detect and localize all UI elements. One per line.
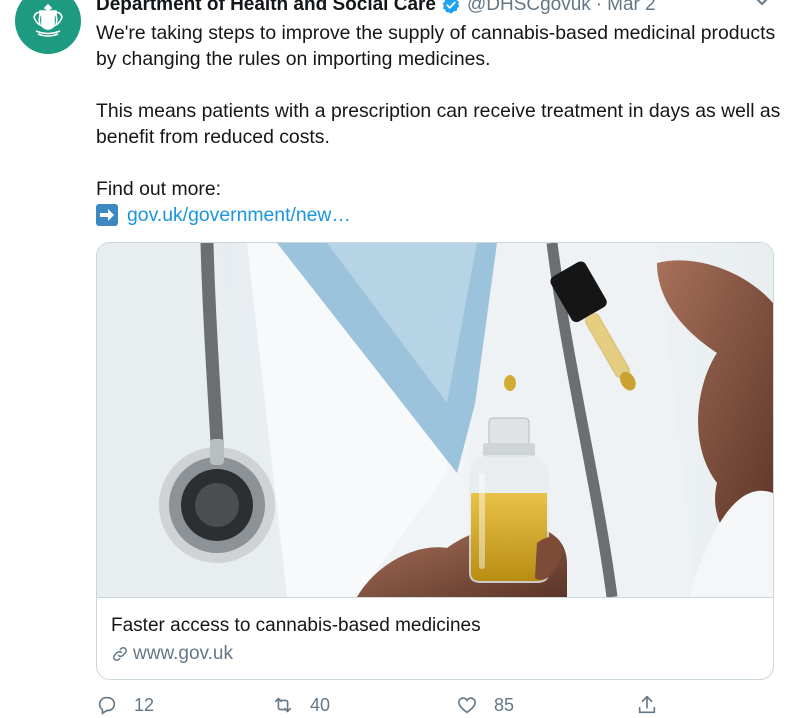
- retweet-count: 40: [310, 694, 331, 715]
- tweet-paragraph-2: This means patients with a prescription …: [96, 100, 781, 148]
- card-title[interactable]: Faster access to cannabis-based medicine…: [111, 614, 481, 638]
- verified-badge-icon: [442, 0, 460, 14]
- link-icon: [112, 646, 128, 662]
- share-button[interactable]: [636, 694, 674, 716]
- heart-icon: [458, 697, 476, 714]
- tweet-header: Department of Health and Social Care @DH…: [96, 0, 656, 17]
- tweet-action-bar: 12 40 85: [96, 694, 716, 718]
- share-icon: [638, 695, 656, 714]
- like-button[interactable]: 85: [456, 694, 514, 716]
- tweet-date[interactable]: Mar 2: [607, 0, 656, 17]
- reply-count: 12: [134, 694, 155, 715]
- like-count: 85: [494, 694, 515, 715]
- card-domain[interactable]: www.gov.uk: [111, 642, 233, 666]
- chevron-down-icon[interactable]: [750, 0, 774, 12]
- tweet-paragraph-1: We're taking steps to improve the supply…: [96, 22, 776, 70]
- avatar[interactable]: [15, 0, 81, 54]
- find-out-more-text: Find out more:: [96, 178, 222, 200]
- royal-coat-of-arms-icon: [33, 3, 63, 37]
- card-domain-text: www.gov.uk: [133, 643, 233, 664]
- retweet-icon: [274, 697, 292, 713]
- reply-button[interactable]: 12: [96, 694, 154, 716]
- tweet-text: We're taking steps to improve the supply…: [96, 20, 786, 228]
- reply-icon: [98, 696, 116, 715]
- retweet-button[interactable]: 40: [272, 694, 330, 716]
- arrow-right-emoji-icon: [96, 204, 118, 226]
- link-preview-card[interactable]: Faster access to cannabis-based medicine…: [96, 242, 774, 680]
- author-display-name[interactable]: Department of Health and Social Care: [96, 0, 436, 17]
- separator-dot: ·: [595, 0, 603, 15]
- card-body[interactable]: Faster access to cannabis-based medicine…: [97, 597, 773, 679]
- tweet-link[interactable]: gov.uk/government/new…: [127, 202, 351, 228]
- cannabis-oil-dropper-photo[interactable]: [97, 243, 773, 597]
- author-handle[interactable]: @DHSCgovuk: [467, 0, 591, 17]
